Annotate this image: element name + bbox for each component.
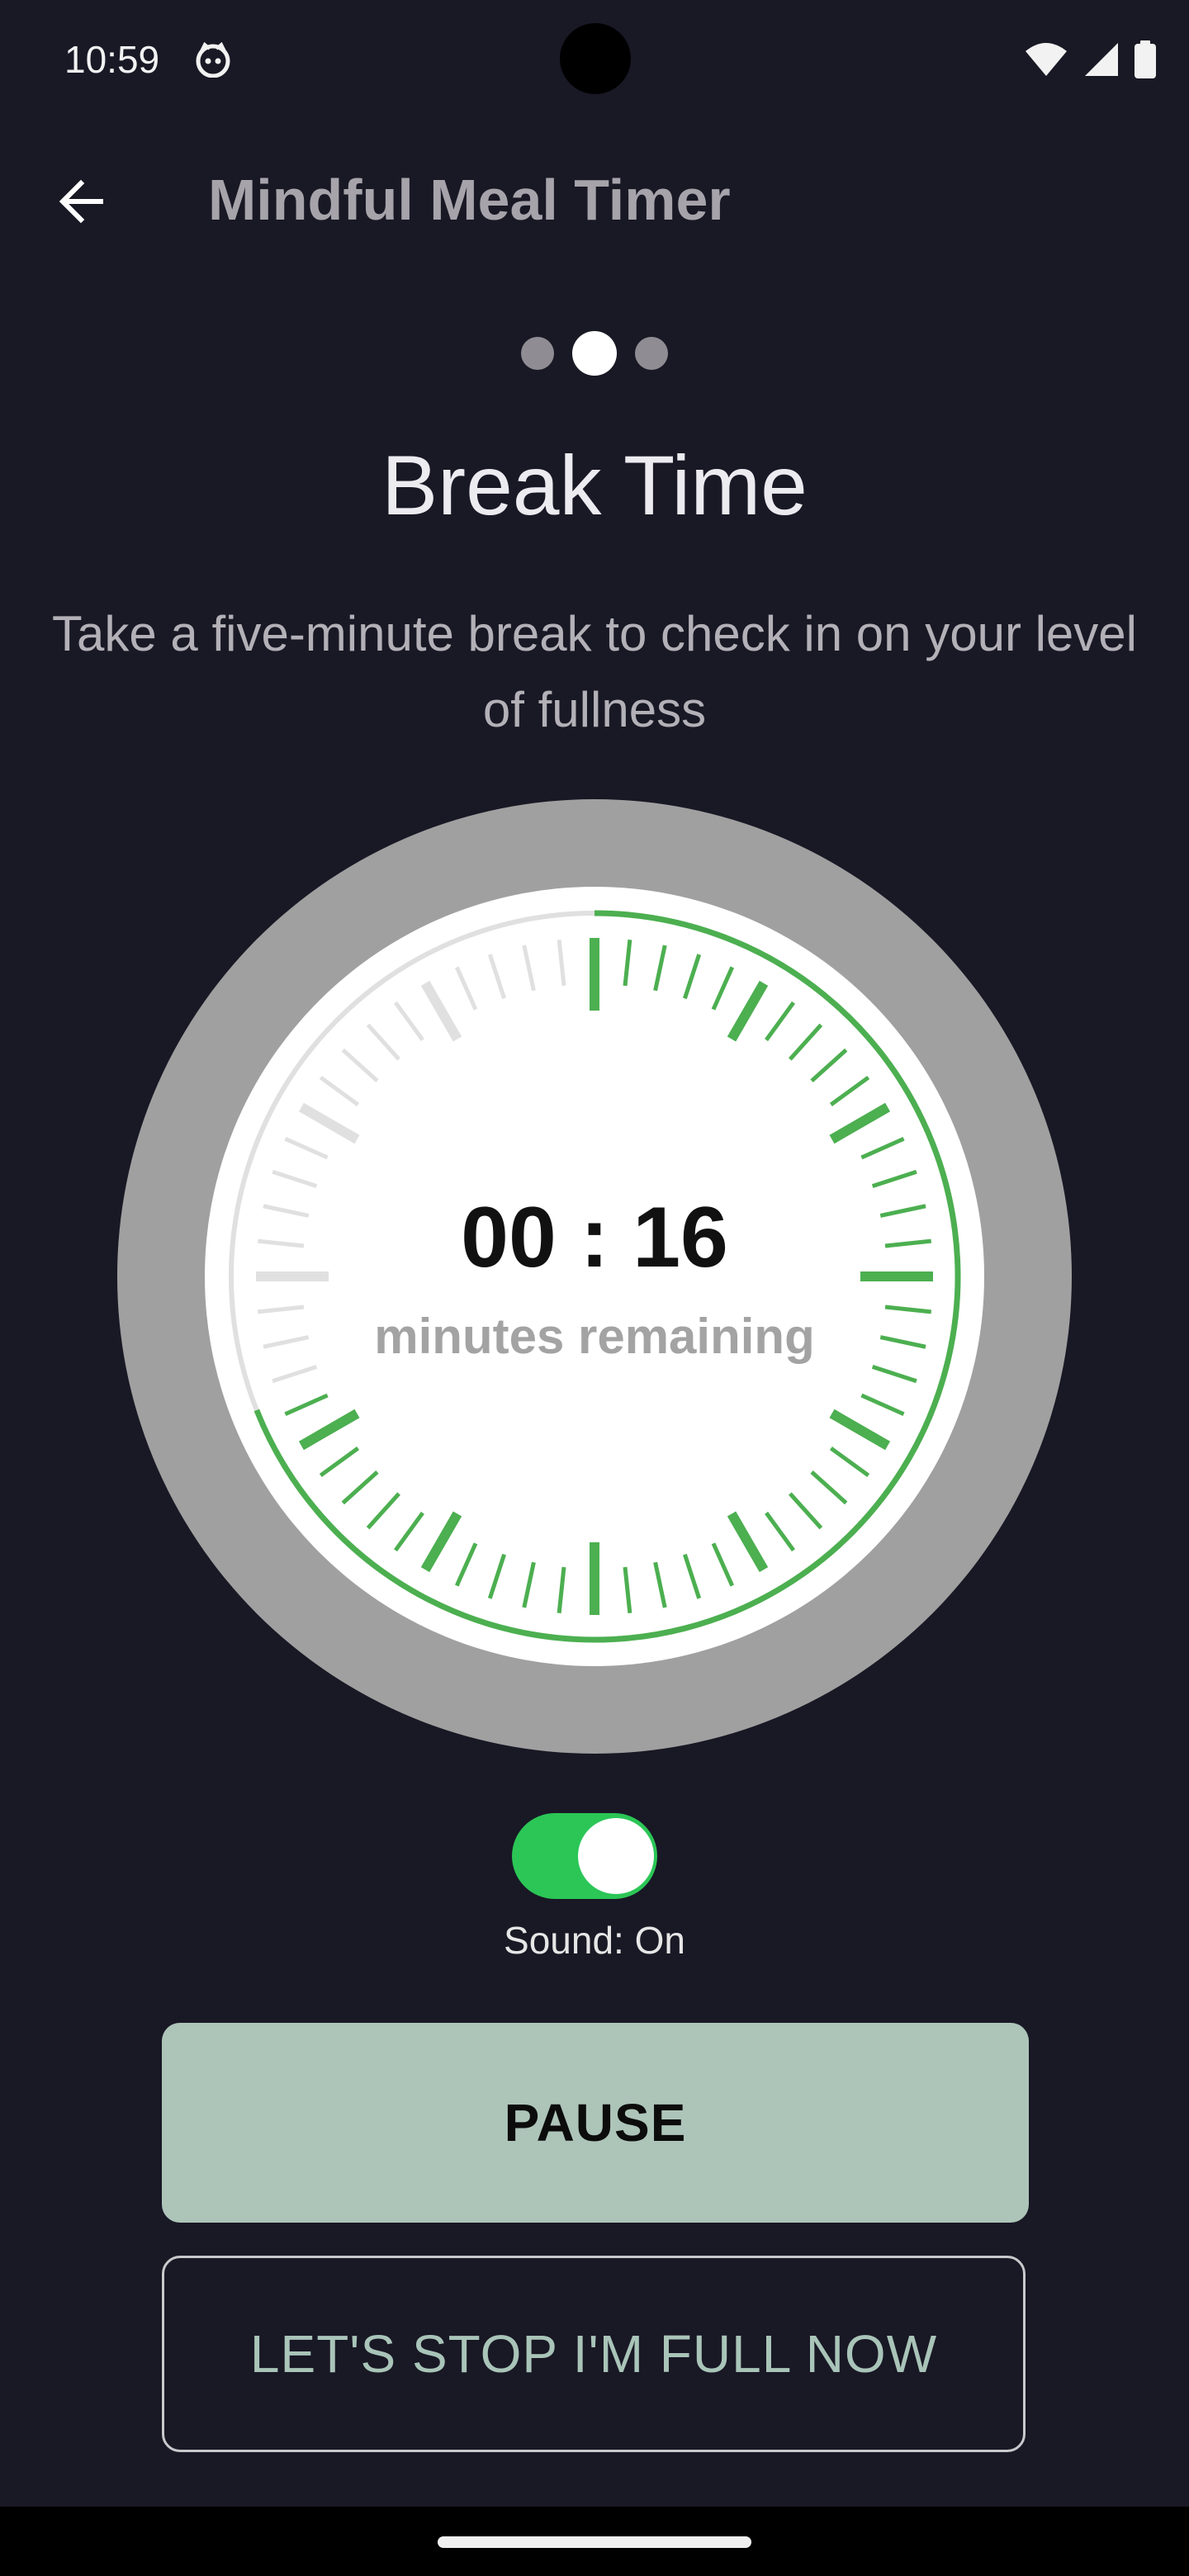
timer-tick bbox=[420, 980, 462, 1042]
page-dot-active bbox=[572, 331, 617, 376]
timer-tick bbox=[810, 1048, 848, 1082]
timer-tick bbox=[871, 1169, 917, 1188]
sound-label: Sound: On bbox=[504, 1919, 685, 1962]
front-camera-cutout bbox=[560, 23, 631, 94]
timer-tick bbox=[711, 966, 735, 1011]
stop-full-button[interactable]: LET'S STOP I'M FULL NOW bbox=[162, 2256, 1026, 2452]
timer-tick bbox=[727, 1511, 769, 1573]
timer-tick bbox=[810, 1470, 848, 1505]
face-notification-icon bbox=[196, 41, 230, 78]
wifi-icon bbox=[1026, 43, 1067, 76]
page-description: Take a five-minute break to check in on … bbox=[52, 606, 1137, 737]
timer-tick bbox=[623, 939, 632, 987]
timer-tick bbox=[557, 1566, 566, 1614]
timer-tick bbox=[341, 1048, 379, 1082]
timer-tick bbox=[272, 1169, 318, 1188]
timer-tick bbox=[623, 1566, 632, 1614]
timer-countdown: 00 : 16 bbox=[461, 1190, 728, 1286]
timer-tick bbox=[789, 1492, 823, 1530]
sound-toggle[interactable] bbox=[512, 1813, 657, 1899]
page-dot bbox=[521, 337, 554, 370]
timer-tick bbox=[765, 1001, 796, 1042]
timer-tick bbox=[683, 1553, 702, 1599]
status-icons bbox=[1024, 38, 1156, 81]
cellular-signal-icon bbox=[1085, 43, 1118, 76]
timer-tick bbox=[653, 1561, 667, 1608]
page-heading: Break Time bbox=[381, 438, 808, 533]
timer-tick bbox=[284, 1136, 329, 1160]
timer-tick bbox=[829, 1447, 870, 1478]
timer-tick bbox=[341, 1470, 379, 1505]
timer-tick bbox=[366, 1492, 400, 1530]
arrow-back-icon bbox=[59, 179, 103, 224]
timer-tick bbox=[789, 1023, 823, 1061]
timer-tick bbox=[765, 1511, 796, 1552]
timer-tick bbox=[487, 954, 506, 1000]
status-time: 10:59 bbox=[64, 38, 160, 81]
home-gesture-handle[interactable] bbox=[438, 2536, 751, 2548]
timer-tick bbox=[366, 1023, 400, 1061]
timer-tick bbox=[653, 945, 667, 992]
timer-tick bbox=[319, 1075, 360, 1106]
timer-tick bbox=[711, 1542, 735, 1587]
timer-tick bbox=[727, 980, 769, 1042]
timer-tick bbox=[298, 1409, 360, 1451]
timer-tick bbox=[871, 1365, 917, 1384]
timer-tick bbox=[829, 1409, 891, 1451]
timer-tick bbox=[829, 1075, 870, 1106]
timer-tick bbox=[522, 1561, 536, 1608]
timer-tick bbox=[298, 1102, 360, 1144]
timer-tick bbox=[860, 1393, 905, 1417]
timer-tick bbox=[829, 1102, 891, 1144]
timer-tick bbox=[487, 1553, 506, 1599]
timer-label: minutes remaining bbox=[374, 1309, 815, 1364]
page-indicator bbox=[0, 329, 1189, 378]
timer-tick bbox=[272, 1365, 318, 1384]
battery-icon bbox=[1135, 40, 1156, 78]
timer-tick bbox=[557, 939, 566, 987]
timer-tick bbox=[284, 1393, 329, 1417]
timer-tick bbox=[420, 1511, 462, 1573]
timer-tick bbox=[860, 1136, 905, 1160]
app-title: Mindful Meal Timer bbox=[208, 168, 731, 232]
timer-tick bbox=[454, 1542, 478, 1587]
pause-button[interactable]: PAUSE bbox=[162, 2023, 1029, 2223]
page-dot bbox=[635, 337, 668, 370]
timer-tick bbox=[393, 1001, 424, 1042]
timer-tick bbox=[393, 1511, 424, 1552]
timer-tick bbox=[319, 1447, 360, 1478]
timer-tick bbox=[454, 966, 478, 1011]
timer-tick bbox=[683, 954, 702, 1000]
back-button[interactable] bbox=[43, 163, 119, 239]
timer-tick bbox=[522, 945, 536, 992]
toggle-knob bbox=[578, 1818, 654, 1894]
